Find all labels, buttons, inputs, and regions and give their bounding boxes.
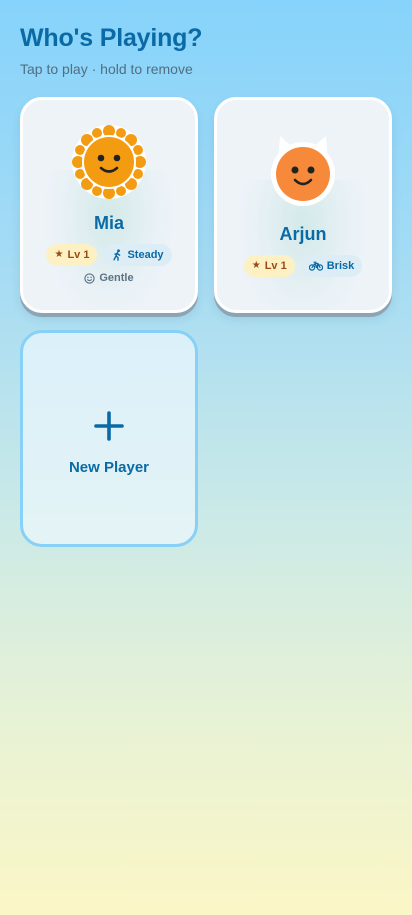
player-card-mia[interactable]: Mia ★ Lv 1 Steady Gentle xyxy=(20,97,198,313)
running-person-icon xyxy=(113,249,121,261)
level-badge: ★ Lv 1 xyxy=(243,255,295,277)
smiley-icon xyxy=(84,272,96,284)
new-player-button[interactable]: New Player xyxy=(20,330,198,547)
level-badge: ★ Lv 1 xyxy=(46,244,98,266)
speed-badge: Steady xyxy=(103,244,172,266)
player-card-arjun[interactable]: Arjun ★ Lv 1 Brisk xyxy=(214,97,392,313)
mood-label: Gentle xyxy=(99,272,134,284)
level-label: Lv 1 xyxy=(264,260,287,272)
mood-badge: Gentle xyxy=(23,272,195,284)
speed-badge: Brisk xyxy=(300,255,363,277)
plus-icon xyxy=(94,411,124,441)
player-name: Mia xyxy=(93,213,124,233)
level-label: Lv 1 xyxy=(67,249,90,261)
star-icon: ★ xyxy=(251,260,261,271)
cat-face-icon xyxy=(271,136,335,206)
new-player-label: New Player xyxy=(68,459,150,476)
sunflower-face-icon xyxy=(72,125,146,199)
speed-label: Brisk xyxy=(326,260,355,272)
speed-label: Steady xyxy=(127,249,164,261)
page-subtitle: Tap to play · hold to remove xyxy=(20,61,193,77)
star-icon: ★ xyxy=(54,249,64,260)
page-title: Who's Playing? xyxy=(20,24,203,52)
player-name: Arjun xyxy=(279,224,327,244)
bicycle-icon xyxy=(308,261,323,271)
